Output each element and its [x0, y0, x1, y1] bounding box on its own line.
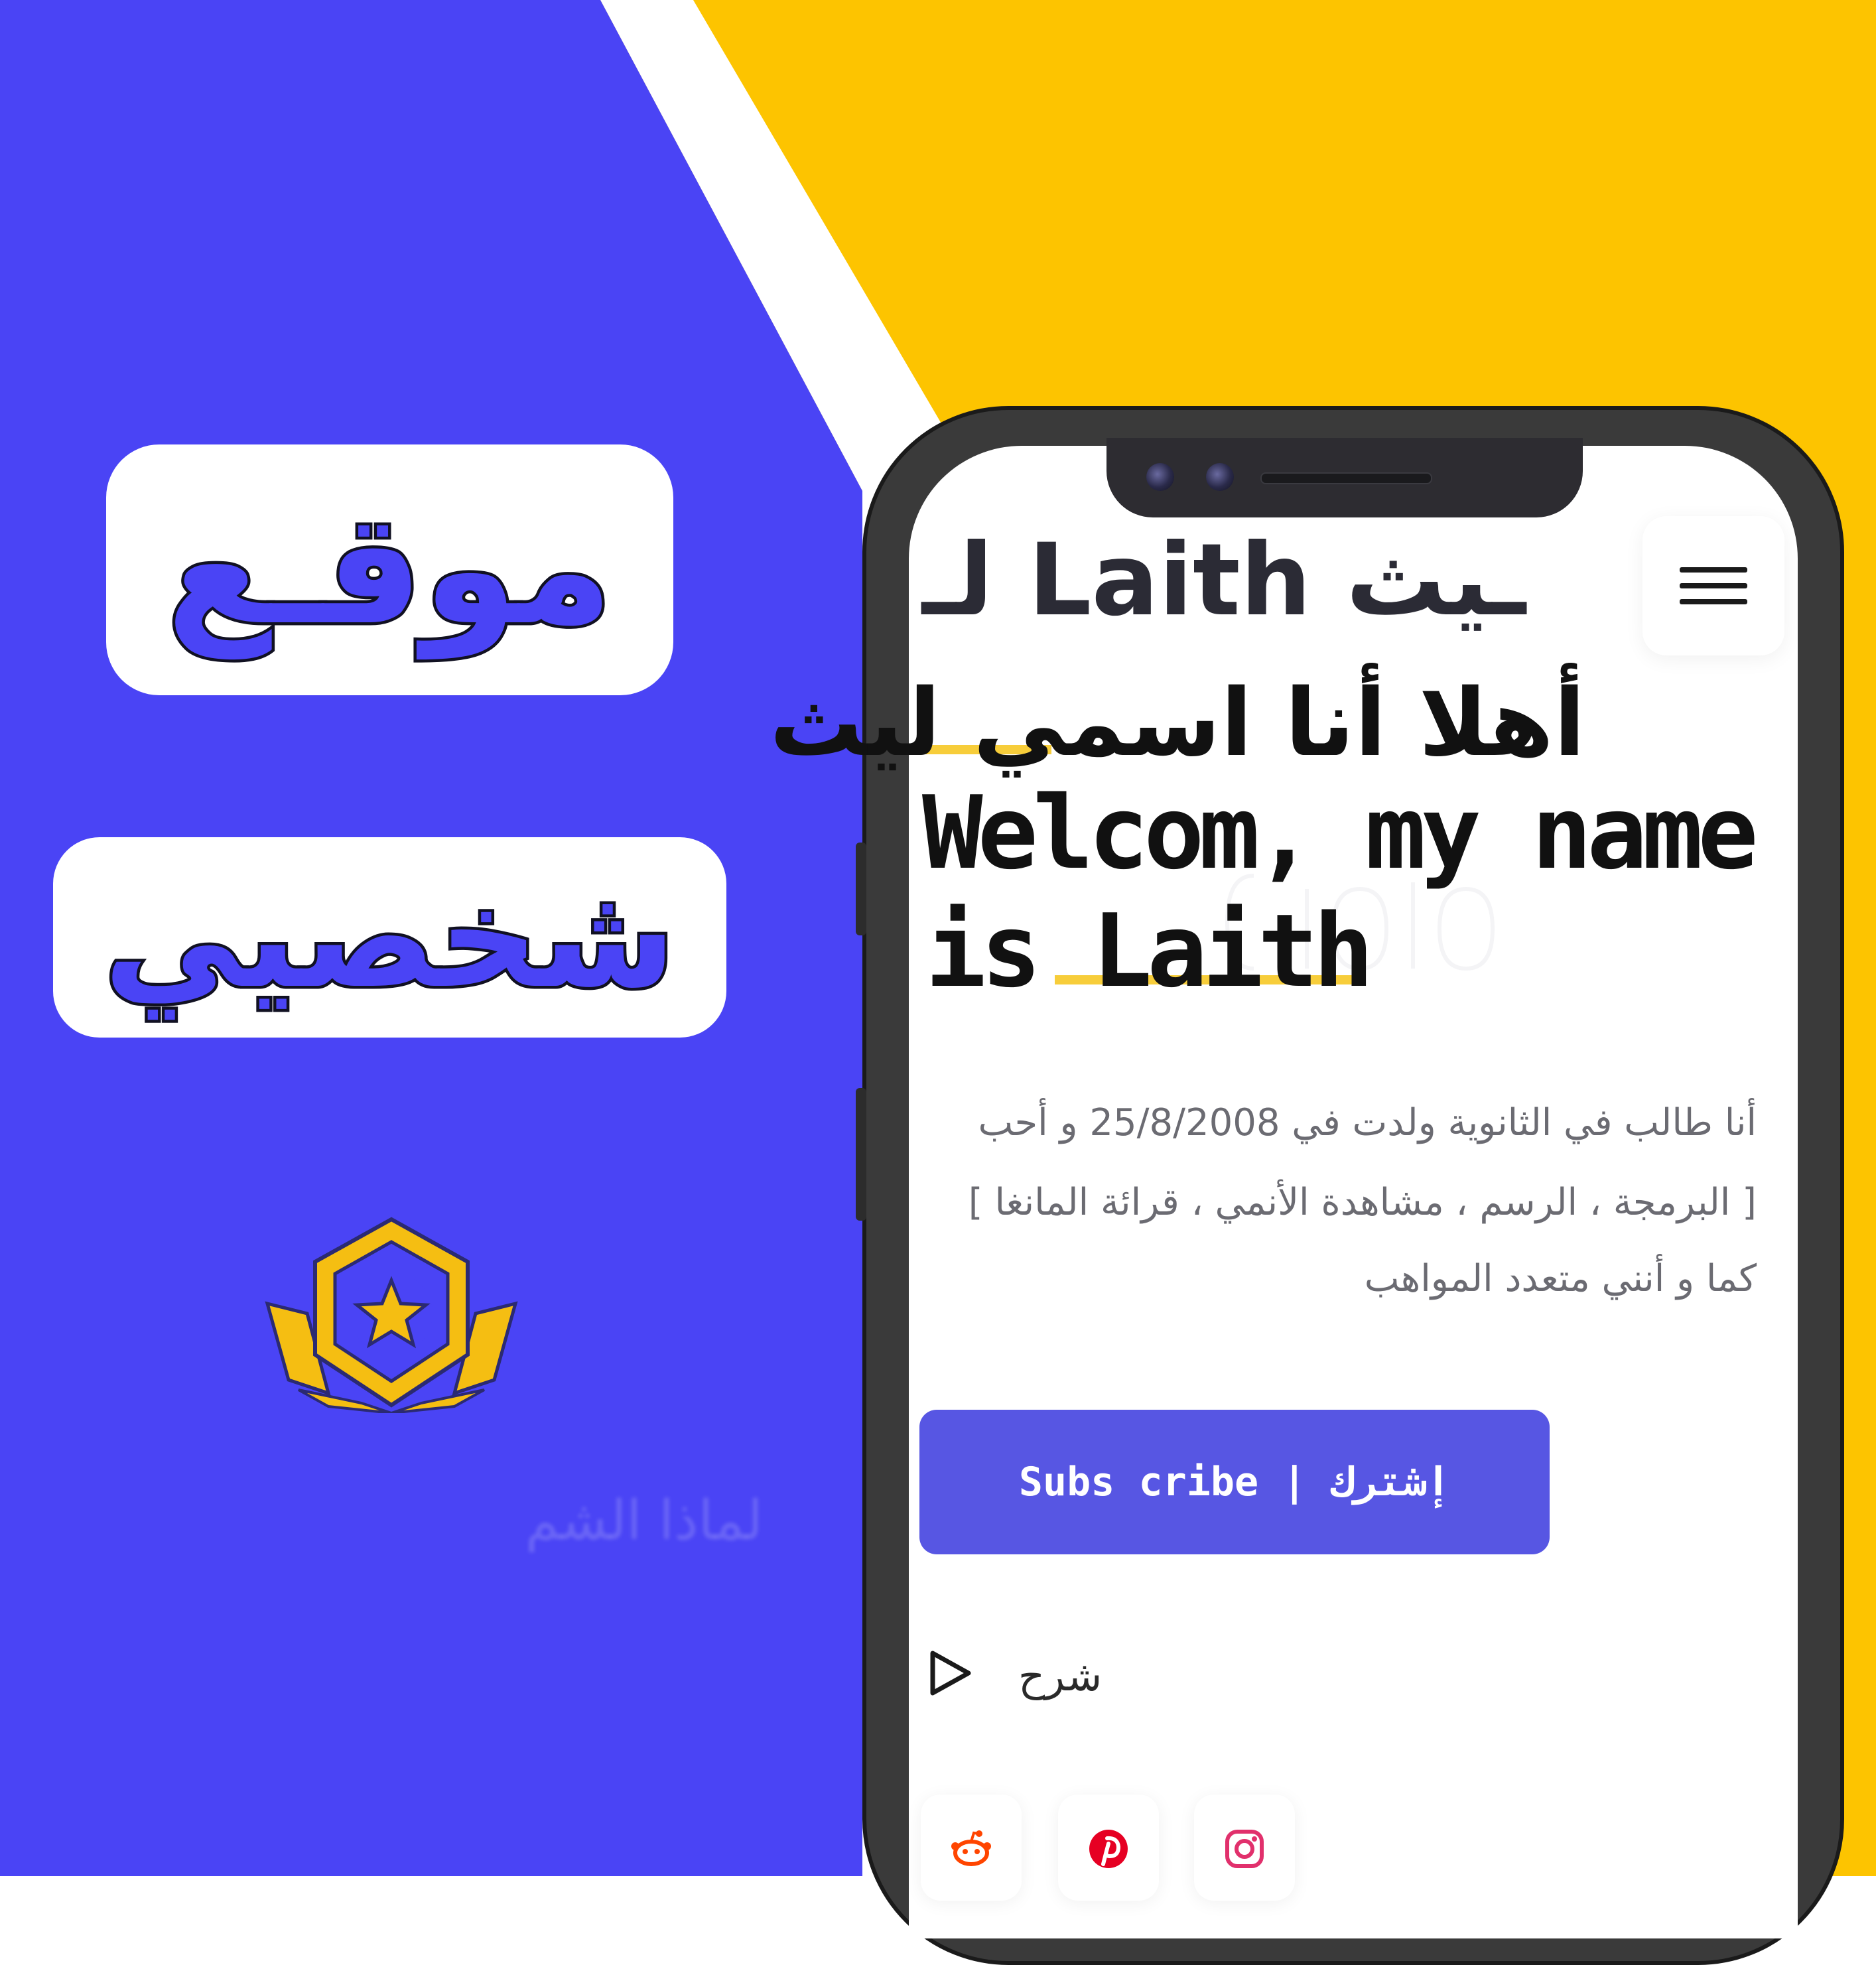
play-icon[interactable] [927, 1649, 974, 1697]
phone-speaker [1260, 472, 1432, 484]
bio-text-line: كما و أنني متعدد المواهب [1364, 1257, 1757, 1300]
heading-english-line-2: is Laith [925, 892, 1374, 1010]
bio-text-line: أنا طالب في الثانوية ولدت في 25/8/2008 و… [978, 1101, 1757, 1144]
phone-side-button [856, 1088, 866, 1221]
hamburger-menu-icon[interactable] [1642, 516, 1784, 655]
social-reddit-button[interactable] [921, 1795, 1022, 1901]
title-line-1: موقـع [164, 478, 615, 661]
site-logo[interactable]: لـ Laith ـيث [922, 531, 1526, 630]
title-pill-personal: شخصيي [53, 837, 726, 1038]
social-instagram-button[interactable] [1194, 1795, 1295, 1901]
star-hexagon-badge-icon [265, 1217, 518, 1413]
explain-link[interactable]: شرح [1018, 1652, 1102, 1700]
subscribe-button[interactable]: Subs cribe | إشترك [919, 1410, 1550, 1554]
title-line-2: شخصيي [101, 853, 678, 1022]
camera-icon [1146, 463, 1174, 491]
pinterest-icon [1089, 1830, 1128, 1868]
bio-text-line: [ البرمجة ، الرسم ، مشاهدة الأنمي ، قرائ… [968, 1181, 1757, 1224]
title-pill-website: موقـع [106, 444, 673, 695]
instagram-icon [1225, 1830, 1264, 1868]
camera-icon [1206, 463, 1234, 491]
heading-english-line-1: Welcom, my name [922, 774, 1759, 892]
phone-side-button [856, 843, 866, 935]
heading-arabic: أهلا أنا اسمي ليث [770, 669, 1585, 778]
social-pinterest-button[interactable] [1058, 1795, 1159, 1901]
subscribe-label: Subs cribe | إشترك [1018, 1459, 1451, 1505]
faded-caption: لماذا الشم [525, 1489, 763, 1552]
reddit-icon [951, 1830, 991, 1866]
